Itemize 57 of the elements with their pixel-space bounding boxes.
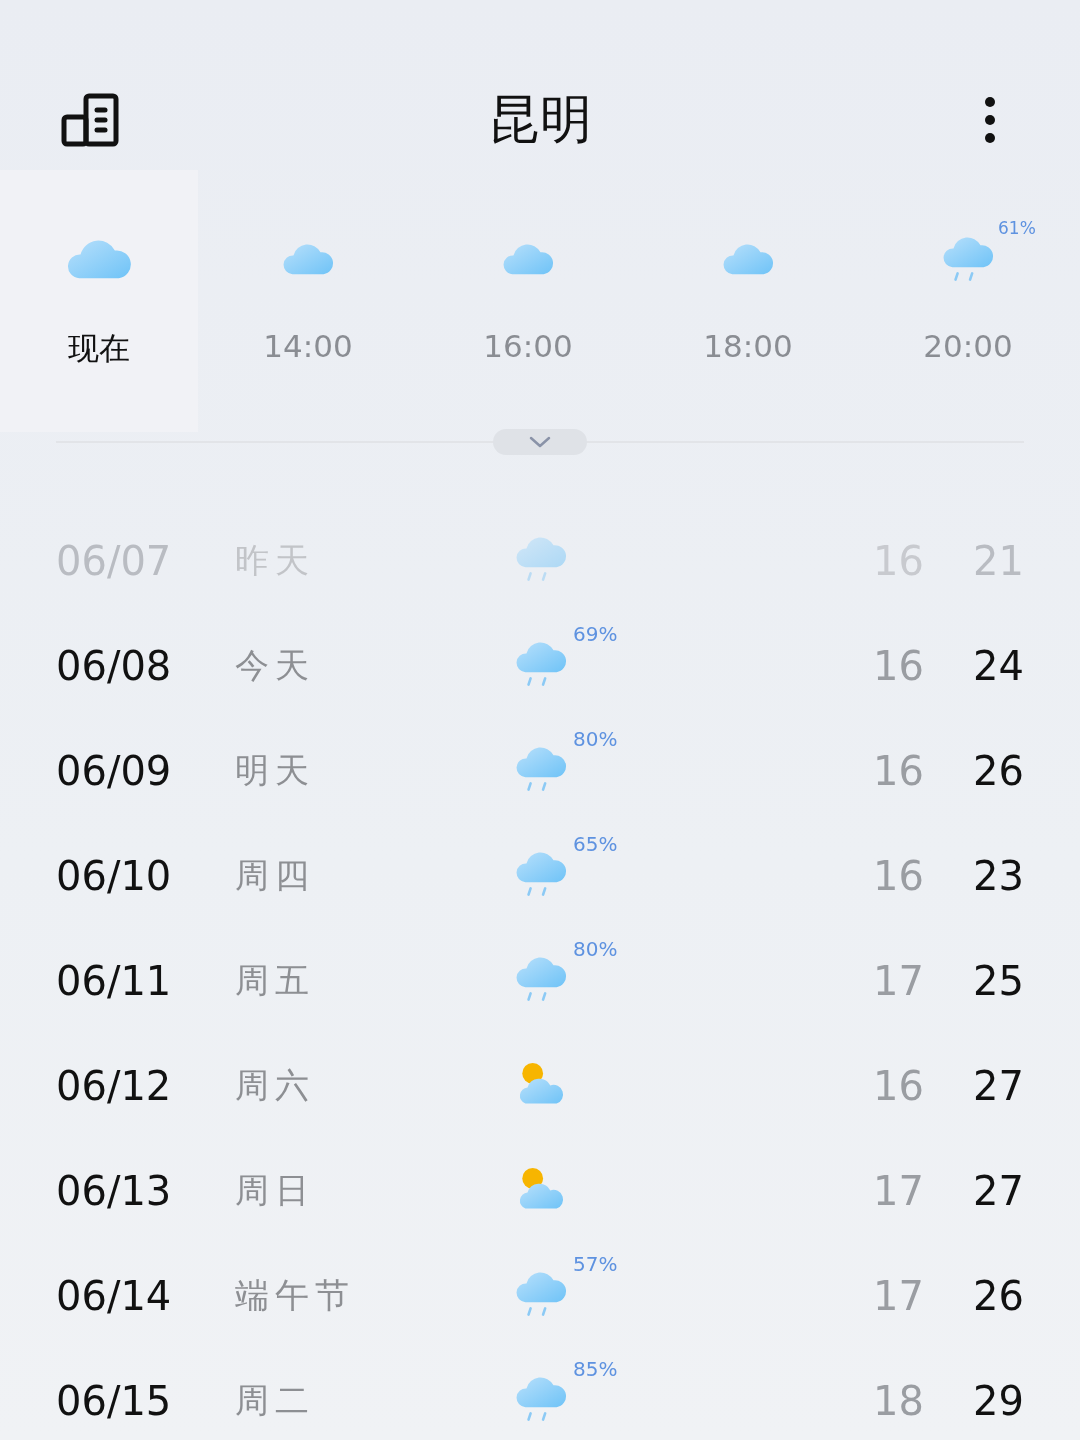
cloud-icon: [66, 240, 132, 280]
high-temperature: 25: [972, 957, 1024, 1004]
low-temperature: 18: [872, 1377, 924, 1424]
precipitation-chance: 85%: [573, 1356, 618, 1381]
weekday-label: 周六: [235, 1063, 316, 1107]
precipitation-chance: 57%: [573, 1251, 618, 1276]
high-temperature: 26: [972, 747, 1024, 794]
forecast-date: 06/08: [56, 642, 173, 689]
rain-cloud-icon: [942, 236, 994, 284]
rain-cloud-icon: [515, 747, 567, 794]
forecast-date: 06/12: [56, 1062, 173, 1109]
precipitation-chance: 69%: [573, 621, 618, 646]
forecast-date: 06/14: [56, 1272, 173, 1319]
forecast-date: 06/11: [56, 957, 173, 1004]
city-title: 昆明: [488, 88, 592, 151]
forecast-date: 06/15: [56, 1377, 173, 1424]
weekday-label: 明天: [235, 748, 316, 792]
weekday-label: 端午节: [235, 1273, 356, 1317]
cloud-icon: [282, 244, 334, 276]
low-temperature: 16: [872, 852, 924, 899]
precipitation-chance: 65%: [573, 831, 618, 856]
high-temperature: 23: [972, 852, 1024, 899]
weekday-label: 周五: [235, 958, 316, 1002]
hourly-item[interactable]: 18:00: [638, 170, 858, 432]
low-temperature: 17: [872, 1167, 924, 1214]
rain-cloud-icon: [515, 1272, 567, 1319]
hourly-item[interactable]: 现在: [0, 170, 198, 432]
rain-cloud-icon: [515, 957, 567, 1004]
forecast-date: 06/13: [56, 1167, 173, 1214]
low-temperature: 16: [872, 642, 924, 689]
rain-cloud-icon: [515, 1377, 567, 1424]
precipitation-chance: 80%: [573, 936, 618, 961]
cloud-icon: [502, 244, 554, 276]
precipitation-chance: 80%: [573, 726, 618, 751]
rain-cloud-icon: [515, 537, 567, 584]
weekday-label: 周四: [235, 853, 316, 897]
forecast-date: 06/10: [56, 852, 173, 899]
cloud-icon: [722, 244, 774, 276]
low-temperature: 17: [872, 1272, 924, 1319]
low-temperature: 16: [872, 1062, 924, 1109]
high-temperature: 29: [972, 1377, 1024, 1424]
low-temperature: 16: [872, 747, 924, 794]
hourly-item[interactable]: 14:00: [198, 170, 418, 432]
weekday-label: 周日: [235, 1168, 316, 1212]
hourly-item[interactable]: 16:00: [418, 170, 638, 432]
rain-cloud-icon: [515, 642, 567, 689]
rain-cloud-icon: [515, 852, 567, 899]
hourly-item[interactable]: 61% 20:00: [858, 170, 1078, 432]
forecast-date: 06/09: [56, 747, 173, 794]
high-temperature: 26: [972, 1272, 1024, 1319]
low-temperature: 17: [872, 957, 924, 1004]
high-temperature: 24: [972, 642, 1024, 689]
high-temperature: 27: [972, 1167, 1024, 1214]
precipitation-chance: 61%: [998, 218, 1036, 238]
weekday-label: 周二: [235, 1378, 316, 1422]
weekday-label: 今天: [235, 643, 316, 687]
high-temperature: 27: [972, 1062, 1024, 1109]
